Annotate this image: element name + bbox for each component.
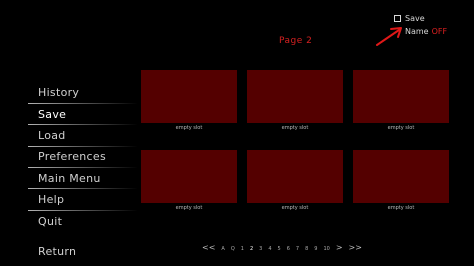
save-screen: Save Name OFF Page 2 History Save Load Pr… xyxy=(0,0,474,266)
menu-quit[interactable]: Quit xyxy=(38,215,62,228)
page-link-5[interactable]: 5 xyxy=(278,246,281,252)
save-slot-3[interactable] xyxy=(353,70,449,123)
slot-caption: empty slot xyxy=(175,205,203,211)
page-title: Page 2 xyxy=(279,36,313,46)
save-slot-5[interactable] xyxy=(247,150,343,203)
menu-main-menu[interactable]: Main Menu xyxy=(38,172,101,185)
save-slot-6[interactable] xyxy=(353,150,449,203)
page-link-auto[interactable]: A xyxy=(221,246,224,252)
name-value: OFF xyxy=(431,27,448,36)
menu-divider xyxy=(28,103,138,104)
save-toggle[interactable]: Save xyxy=(394,14,425,23)
name-label: Name xyxy=(405,27,429,36)
name-toggle[interactable]: Name OFF xyxy=(405,27,447,36)
page-link-8[interactable]: 8 xyxy=(305,246,308,252)
menu-history[interactable]: History xyxy=(38,86,79,99)
slot-caption: empty slot xyxy=(281,125,309,131)
slot-caption: empty slot xyxy=(387,125,415,131)
page-link-1[interactable]: 1 xyxy=(241,246,244,252)
slot-caption: empty slot xyxy=(387,205,415,211)
page-link-10[interactable]: 10 xyxy=(323,246,329,252)
page-navigation: << A Q 1 2 3 4 5 6 7 8 9 10 > >> xyxy=(202,243,368,252)
red-arrow-icon xyxy=(376,27,402,46)
slot-caption: empty slot xyxy=(281,205,309,211)
menu-divider xyxy=(28,210,138,211)
menu-divider xyxy=(28,167,138,168)
menu-divider xyxy=(28,188,138,189)
save-slot-1[interactable] xyxy=(141,70,237,123)
slot-caption: empty slot xyxy=(175,125,203,131)
menu-save[interactable]: Save xyxy=(38,108,66,121)
last-page-button[interactable]: >> xyxy=(349,243,362,252)
menu-preferences[interactable]: Preferences xyxy=(38,150,106,163)
save-slot-4[interactable] xyxy=(141,150,237,203)
page-link-4[interactable]: 4 xyxy=(268,246,271,252)
save-slot-2[interactable] xyxy=(247,70,343,123)
prev-page-button[interactable]: << xyxy=(202,243,215,252)
return-button[interactable]: Return xyxy=(38,245,76,258)
page-link-3[interactable]: 3 xyxy=(259,246,262,252)
page-link-7[interactable]: 7 xyxy=(296,246,299,252)
menu-divider xyxy=(28,124,138,125)
page-link-quick[interactable]: Q xyxy=(231,246,235,252)
next-page-button[interactable]: > xyxy=(336,243,343,252)
menu-load[interactable]: Load xyxy=(38,129,66,142)
page-link-9[interactable]: 9 xyxy=(314,246,317,252)
page-link-6[interactable]: 6 xyxy=(287,246,290,252)
save-toggle-label: Save xyxy=(405,14,425,23)
menu-help[interactable]: Help xyxy=(38,193,64,206)
checkbox-icon[interactable] xyxy=(394,15,401,22)
menu-divider xyxy=(28,146,138,147)
page-link-2[interactable]: 2 xyxy=(250,246,253,252)
